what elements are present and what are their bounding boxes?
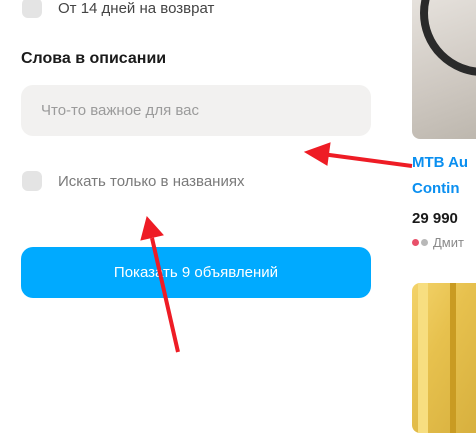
listing-title-line1: MTB Au — [412, 154, 469, 171]
listing-title-line2: Contin — [412, 180, 460, 197]
bicycle-wheel-image — [420, 0, 476, 76]
show-results-button[interactable]: Показать 9 объявлений — [21, 247, 371, 298]
titles-only-checkbox-label: Искать только в названиях — [58, 173, 245, 190]
description-field[interactable] — [21, 85, 371, 136]
arrow-up-head-icon — [140, 215, 164, 241]
listing-title[interactable]: MTB Au Contin — [412, 150, 468, 202]
description-input[interactable] — [39, 101, 371, 120]
listing-price: 29 990 — [412, 210, 458, 227]
description-section-title: Слова в описании — [21, 50, 167, 67]
seller-name: Дмит — [433, 235, 464, 250]
listing-image[interactable] — [412, 0, 476, 139]
listing-image-2[interactable] — [412, 283, 476, 433]
return-checkbox[interactable] — [22, 0, 42, 18]
titles-only-checkbox[interactable] — [22, 171, 42, 191]
arrow-right-shaft — [321, 152, 413, 168]
arrow-right-head-icon — [303, 142, 331, 166]
listing-seller[interactable]: Дмит — [412, 235, 464, 250]
seller-rating-dot-icon — [421, 239, 428, 246]
return-checkbox-label: От 14 дней на возврат — [58, 0, 215, 17]
seller-rating-dot-icon — [412, 239, 419, 246]
